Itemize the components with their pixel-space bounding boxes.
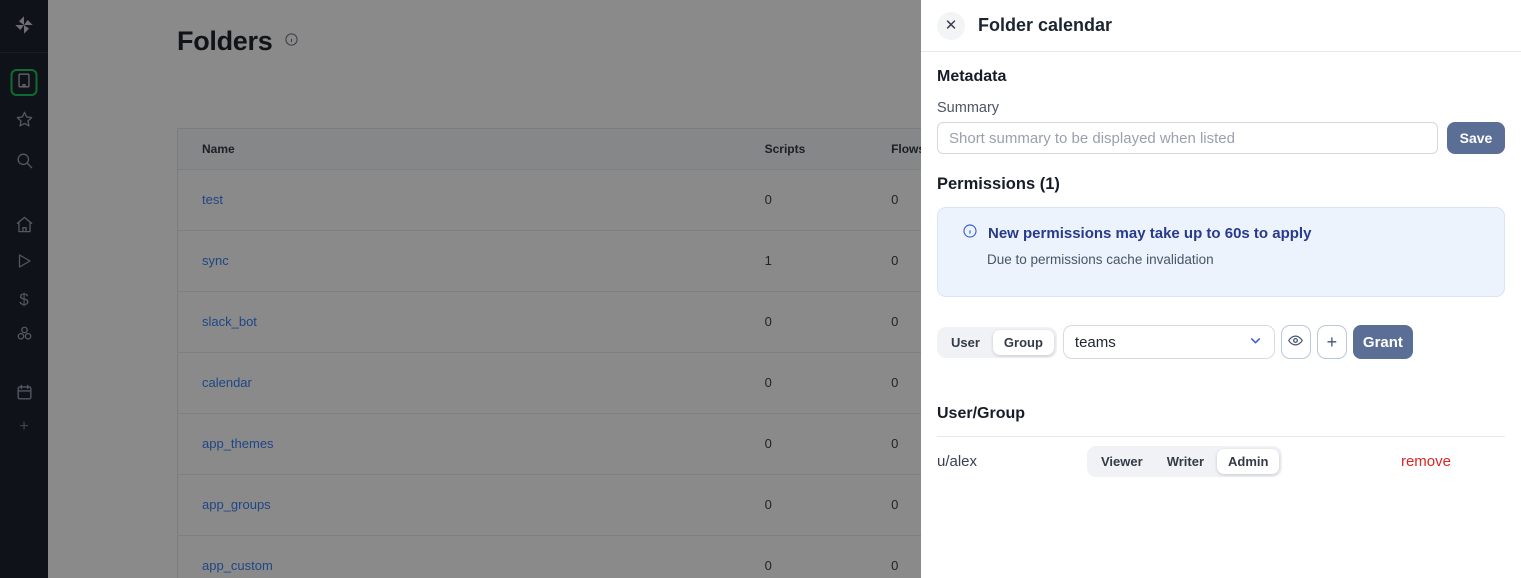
summary-input[interactable] [937,122,1438,154]
plus-icon: + [1327,333,1338,351]
user-group-list-heading: User/Group [937,405,1505,423]
permissions-heading: Permissions (1) [937,175,1505,194]
group-select-value: teams [1075,334,1116,351]
role-admin-button[interactable]: Admin [1217,449,1279,474]
summary-label: Summary [937,100,1505,116]
chevron-down-icon [1248,333,1263,352]
grant-button[interactable]: Grant [1353,325,1413,359]
metadata-heading: Metadata [937,68,1505,86]
user-group-toggle: User Group [937,327,1057,358]
folder-drawer: ✕ Folder calendar Metadata Summary Save … [921,0,1521,578]
save-button[interactable]: Save [1447,122,1505,154]
permission-row: u/alex Viewer Writer Admin remove [937,437,1505,485]
drawer-header: ✕ Folder calendar [921,0,1521,52]
group-select[interactable]: teams [1063,325,1275,359]
toggle-group-button[interactable]: Group [993,330,1054,355]
drawer-overlay[interactable] [0,0,921,578]
permission-user-name: u/alex [937,453,1087,470]
remove-permission-button[interactable]: remove [1401,453,1451,470]
toggle-user-button[interactable]: User [940,330,991,355]
banner-title: New permissions may take up to 60s to ap… [988,225,1311,242]
eye-icon [1287,332,1304,352]
close-icon[interactable]: ✕ [937,12,965,40]
banner-subtitle: Due to permissions cache invalidation [987,252,1488,267]
drawer-title: Folder calendar [978,15,1112,36]
grant-controls: User Group teams + Grant [937,325,1505,359]
info-circle-icon [962,223,978,244]
add-group-button[interactable]: + [1317,325,1347,359]
role-toggle: Viewer Writer Admin [1087,446,1282,477]
app-root: $ + Folders [0,0,1521,578]
view-group-button[interactable] [1281,325,1311,359]
permissions-info-banner: New permissions may take up to 60s to ap… [937,207,1505,297]
role-writer-button[interactable]: Writer [1156,449,1215,474]
role-viewer-button[interactable]: Viewer [1090,449,1154,474]
